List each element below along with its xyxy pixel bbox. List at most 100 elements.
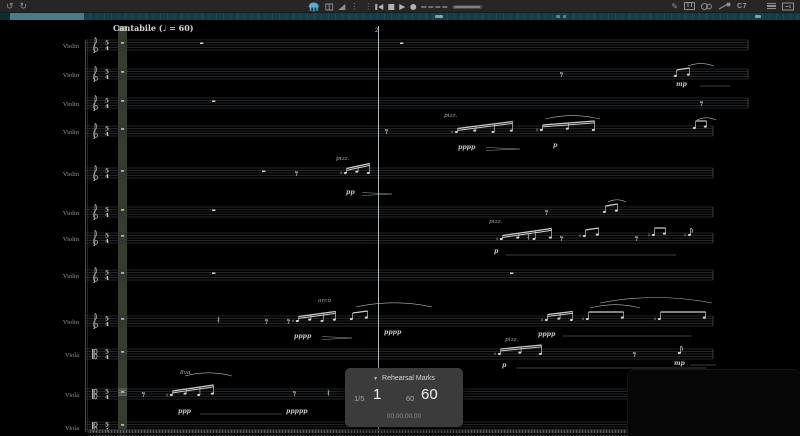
hairpin-diminuendo[interactable] xyxy=(362,193,392,196)
bar1-rest[interactable] xyxy=(121,424,124,425)
metronome-grid-icon[interactable] xyxy=(325,3,333,11)
time-signature[interactable]: 54 xyxy=(105,127,109,138)
note-group[interactable] xyxy=(693,121,707,129)
note-input-pencil-icon[interactable]: ✎ xyxy=(671,0,678,13)
whole-rest[interactable] xyxy=(212,273,215,275)
technique-text[interactable]: pizz. xyxy=(505,337,519,343)
time-signature[interactable]: 54 xyxy=(105,350,109,361)
time-signature[interactable]: 54 xyxy=(105,317,109,328)
whole-rest[interactable] xyxy=(262,171,265,173)
dynamic-marking[interactable]: p xyxy=(553,142,558,149)
quarter-rest[interactable] xyxy=(528,234,529,240)
time-signature[interactable]: 54 xyxy=(105,208,109,219)
dynamic-marking[interactable]: mp xyxy=(674,360,686,367)
staff-label[interactable]: Violin xyxy=(63,319,80,326)
whole-rest[interactable] xyxy=(510,273,513,275)
dynamic-marking[interactable]: ppp xyxy=(178,408,192,415)
chord-symbol-button[interactable]: C7 xyxy=(737,3,747,10)
slur[interactable] xyxy=(697,118,716,120)
whole-rest[interactable] xyxy=(212,101,215,103)
technique-text[interactable]: pizz. xyxy=(336,156,350,162)
slur[interactable] xyxy=(545,116,600,119)
bar1-rest[interactable] xyxy=(121,71,124,72)
staff-label[interactable]: Violin xyxy=(63,171,80,178)
tempo-value[interactable]: 60 xyxy=(421,386,438,403)
hairpin-diminuendo[interactable] xyxy=(322,337,352,340)
time-signature[interactable]: 54 xyxy=(105,234,109,245)
staff-label[interactable]: Viola xyxy=(65,425,79,432)
stop-button[interactable] xyxy=(388,4,394,10)
bar1-rest[interactable] xyxy=(121,272,124,273)
play-button[interactable] xyxy=(399,4,405,10)
note-group[interactable]: ♯ xyxy=(536,121,595,134)
technique-text[interactable]: arco xyxy=(318,298,331,304)
quarter-rest[interactable] xyxy=(218,317,219,323)
whole-rest[interactable] xyxy=(212,210,215,212)
dynamic-marking[interactable]: pppp xyxy=(538,331,556,338)
bar1-rest[interactable] xyxy=(121,100,124,101)
dynamic-marking[interactable]: mp xyxy=(676,81,688,88)
dynamic-marking[interactable]: pppp xyxy=(384,329,402,336)
library-menu-icon[interactable] xyxy=(767,3,776,10)
note-group[interactable]: ♯ xyxy=(292,312,336,325)
staff-label[interactable]: Violin xyxy=(63,210,80,217)
dynamic-marking[interactable]: pppp xyxy=(294,333,312,340)
technique-text[interactable]: pizz. xyxy=(444,113,458,119)
mini-transport-header[interactable]: ▼ Rehearsal Marks xyxy=(345,375,463,382)
dynamic-marking[interactable]: p xyxy=(502,362,507,369)
bar1-rest[interactable] xyxy=(121,170,124,171)
redo-icon[interactable]: ↻ xyxy=(20,0,28,13)
staff-label[interactable]: Viola xyxy=(65,352,79,359)
quarter-rest[interactable] xyxy=(328,390,329,396)
staff-label[interactable]: Viola xyxy=(65,392,79,399)
staff-label[interactable]: Violin xyxy=(63,129,80,136)
keyboard-panel-icon[interactable] xyxy=(684,2,695,10)
time-signature[interactable]: 54 xyxy=(105,271,109,282)
slur[interactable] xyxy=(688,64,714,66)
dynamic-marking[interactable]: pppp xyxy=(458,144,476,151)
slur[interactable] xyxy=(608,200,626,202)
bar1-rest[interactable] xyxy=(121,128,124,129)
record-button[interactable] xyxy=(410,4,416,10)
mini-transport-panel[interactable]: ▼ Rehearsal Marks 1/5 1 60 60 00:00:00.0… xyxy=(345,368,463,427)
timeline-view-thumb[interactable] xyxy=(10,13,84,20)
customize-toolbar-icon[interactable] xyxy=(782,2,794,11)
hairpin-diminuendo[interactable] xyxy=(486,148,520,151)
app-logo-icon[interactable] xyxy=(307,1,320,12)
eighth-rest[interactable] xyxy=(293,391,296,396)
skip-to-start-button[interactable] xyxy=(378,4,383,10)
time-signature[interactable]: 54 xyxy=(105,99,109,110)
position-value[interactable]: 1 xyxy=(373,386,381,403)
time-signature[interactable]: 54 xyxy=(105,169,109,180)
technique-text[interactable]: pizz. xyxy=(489,219,503,225)
whole-rest[interactable] xyxy=(200,43,203,45)
dynamic-marking[interactable]: ppppp xyxy=(286,408,308,415)
tempo-marking[interactable]: Cantabile (♩ = 60) xyxy=(113,23,194,33)
slur[interactable] xyxy=(600,298,712,304)
dynamic-marking[interactable]: pp xyxy=(346,189,355,196)
staff-label[interactable]: Violin xyxy=(63,101,80,108)
slur[interactable] xyxy=(185,373,232,376)
fretboard-panel-icon[interactable] xyxy=(718,2,731,11)
note-group[interactable] xyxy=(678,346,683,354)
time-signature[interactable]: 54 xyxy=(105,70,109,81)
bar1-rest[interactable] xyxy=(121,318,124,319)
bar1-rest[interactable] xyxy=(121,235,124,236)
staff-label[interactable]: Violin xyxy=(63,72,80,79)
dynamic-marking[interactable]: p xyxy=(494,248,499,255)
collapse-chevron-icon[interactable]: ▼ xyxy=(373,376,378,382)
drum-pads-icon[interactable] xyxy=(701,2,712,11)
selection-column[interactable] xyxy=(118,26,127,436)
note-group[interactable]: ♯ xyxy=(340,164,370,177)
time-signature[interactable]: 54 xyxy=(105,390,109,401)
bar1-rest[interactable] xyxy=(121,351,124,352)
time-signature[interactable]: 54 xyxy=(105,41,109,52)
slur[interactable] xyxy=(590,305,640,308)
staff-label[interactable]: Violin xyxy=(63,273,80,280)
bar1-rest[interactable] xyxy=(121,391,124,392)
slur[interactable] xyxy=(356,303,432,307)
whole-rest[interactable] xyxy=(400,43,403,45)
timeline-minimap[interactable] xyxy=(0,13,800,20)
note-group[interactable]: ♯ xyxy=(541,312,573,324)
staff-label[interactable]: Violin xyxy=(63,43,80,50)
